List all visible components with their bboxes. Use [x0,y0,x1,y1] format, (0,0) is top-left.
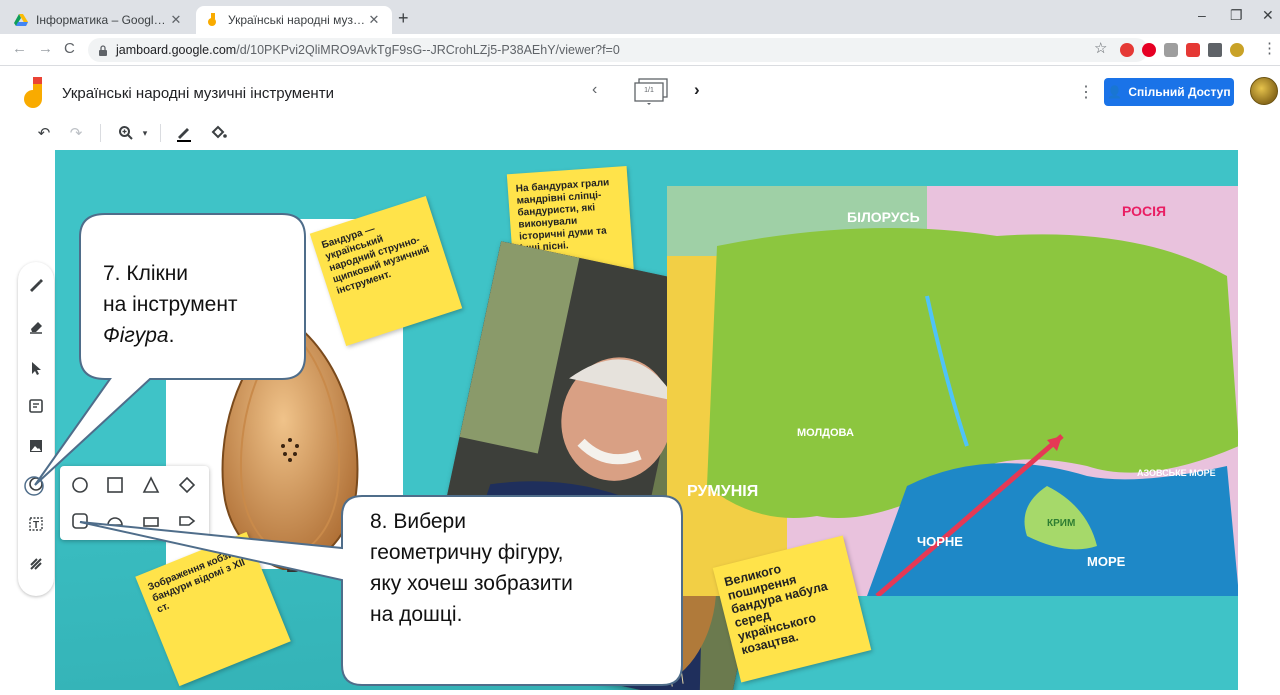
callout-8-line4: на дошці. [370,603,463,626]
callout-8-line1: 8. Вибери [370,510,466,533]
callout-7-line1: 7. Клікни [103,262,189,285]
callout-7-line2: на інструмент [103,293,238,316]
callout-7-period: . [168,324,175,347]
callout-8-line3: яку хочеш зобразити [370,572,573,595]
callout-8-line2: геометричну фігуру, [370,541,564,564]
callout-8-text: 8. Вибери геометричну фігуру, яку хочеш … [370,506,573,630]
callout-7-tool-name: Фігура [103,324,169,347]
callout-7-text: 7. Клікни на інструмент Фігура. [103,258,238,351]
shape-tool-highlight [24,476,44,496]
